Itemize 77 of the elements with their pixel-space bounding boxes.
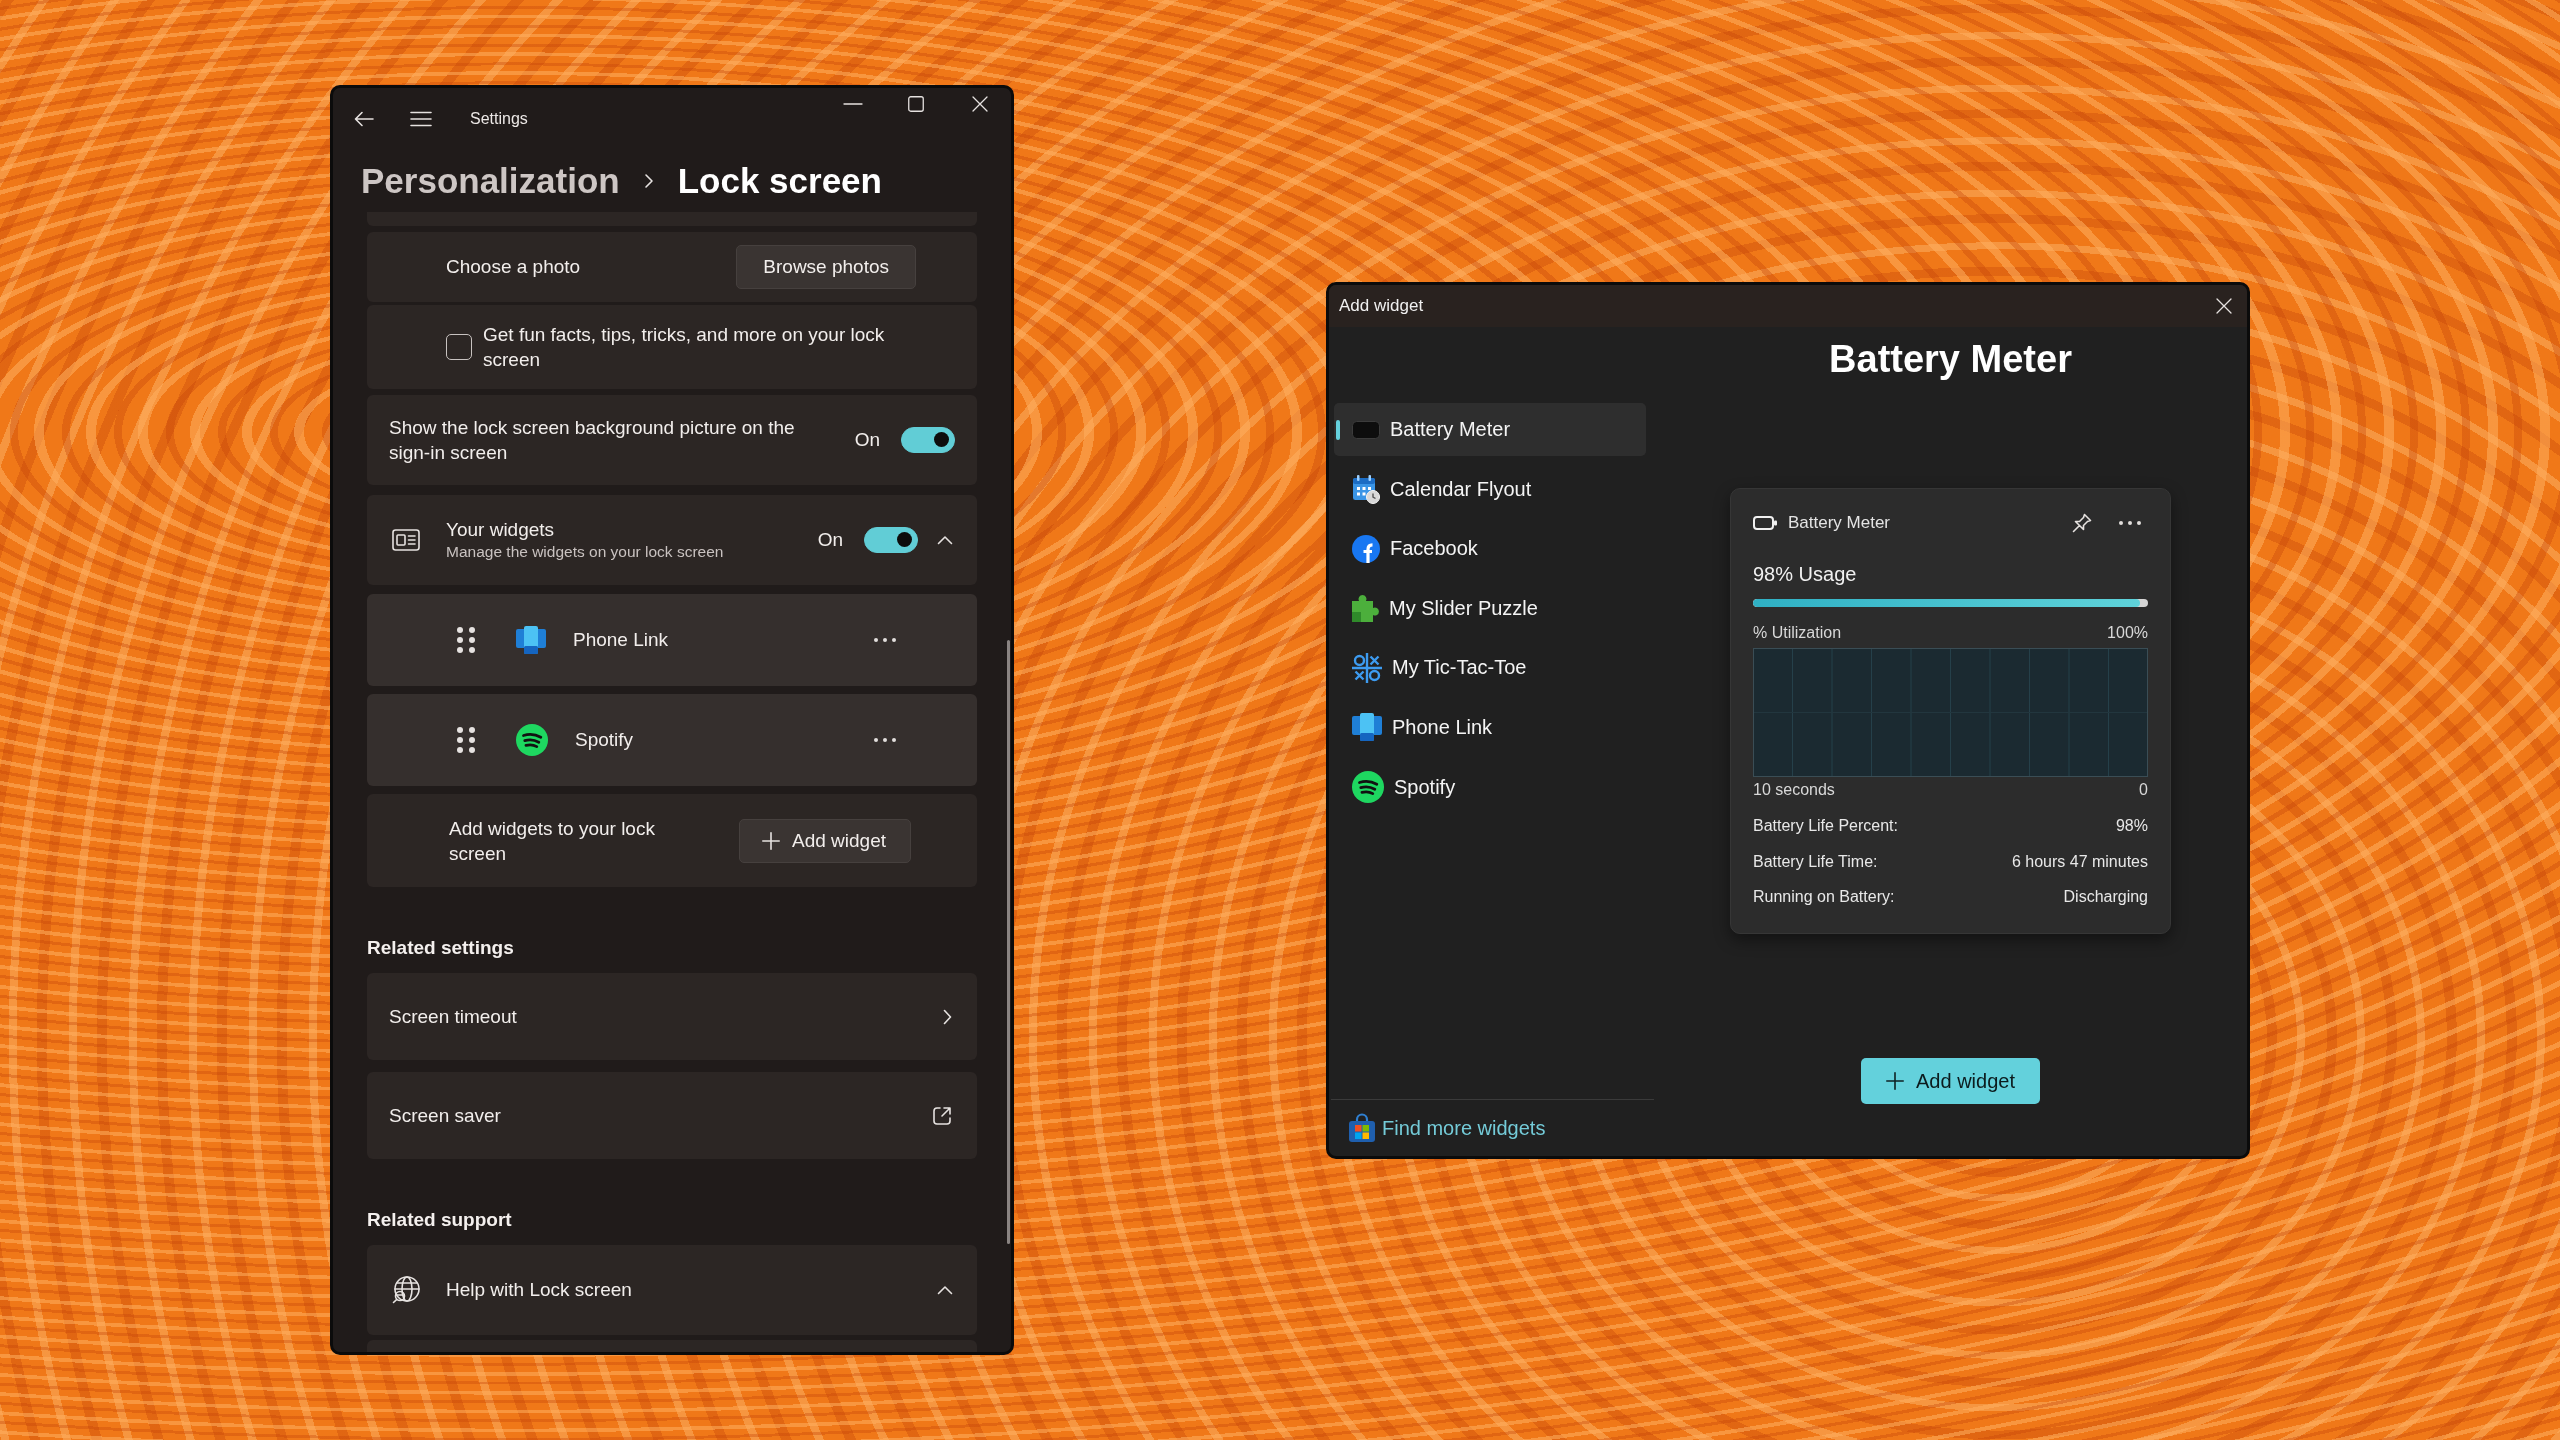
plus-icon <box>1886 1072 1904 1090</box>
stat-value: 98% <box>2115 816 2148 836</box>
expander-header[interactable]: Help with Lock screen <box>367 1245 977 1335</box>
toggle-switch[interactable] <box>864 527 918 553</box>
scrollbar-thumb[interactable] <box>1007 640 1010 1244</box>
find-more-link[interactable]: Find more widgets <box>1349 1114 1546 1142</box>
setting-label: Add widgets to your lock screen <box>449 816 656 866</box>
chevron-right-icon <box>643 173 654 189</box>
widget-list-item[interactable]: My Slider Puzzle <box>1334 581 1646 635</box>
graph-label: % Utilization <box>1753 623 1842 643</box>
add-widget-button[interactable]: Add widget <box>1861 1058 2040 1104</box>
chevron-right-icon <box>943 1008 952 1025</box>
widget-list-item[interactable]: My Tic-Tac-Toe <box>1334 641 1646 695</box>
section-heading: Related settings <box>367 936 514 960</box>
expander-title: Your widgets <box>446 518 556 542</box>
calendar-icon <box>1352 474 1380 505</box>
checkbox[interactable] <box>446 334 472 360</box>
breadcrumb-item: Lock screen <box>677 161 882 201</box>
spotify-icon <box>516 724 548 756</box>
toggle-state-label: On <box>817 529 843 551</box>
maximize-icon[interactable] <box>908 96 924 112</box>
widget-list-item[interactable]: Calendar Flyout <box>1334 462 1646 516</box>
card-title: Battery Meter <box>1788 513 1891 533</box>
toggle-state-label: On <box>854 429 880 451</box>
store-icon <box>1349 1114 1375 1142</box>
phone-icon <box>1352 713 1382 742</box>
chevron-up-icon[interactable] <box>937 535 953 545</box>
checkbox-label: Get fun facts, tips, tricks, and more on your lock screen <box>483 323 886 372</box>
more-options-icon[interactable] <box>874 638 896 642</box>
battery-icon <box>1352 420 1380 439</box>
more-options-icon[interactable] <box>2119 521 2141 525</box>
widget-list-item[interactable]: Spotify <box>1334 760 1646 814</box>
graph-time-label: 10 seconds <box>1753 780 1835 800</box>
preview-title: Battery Meter <box>1829 337 2072 382</box>
add-widget-button[interactable]: Add widget <box>739 818 911 863</box>
setting-label: Choose a photo <box>446 256 582 278</box>
setting-label: Show the lock screen background picture on the sign-in screen <box>389 416 796 465</box>
drag-handle-icon[interactable] <box>457 727 475 753</box>
close-icon[interactable] <box>2216 298 2232 314</box>
link-card[interactable]: Screen timeout <box>367 973 977 1060</box>
stat-label: Running on Battery: <box>1753 887 1895 907</box>
phone-icon <box>516 626 546 654</box>
breadcrumb-item[interactable]: Personalization <box>361 161 620 201</box>
more-options-icon[interactable] <box>874 738 896 742</box>
globe-icon <box>392 1276 420 1304</box>
widget-panel-icon <box>392 529 420 551</box>
window-title: Settings <box>470 110 528 128</box>
back-icon[interactable] <box>354 111 374 127</box>
link-card[interactable]: Screen saver <box>367 1072 977 1159</box>
expander-description: Manage the widgets on your lock screen <box>446 542 724 562</box>
close-icon[interactable] <box>972 96 988 112</box>
battery-icon <box>1753 516 1777 530</box>
widget-name: Phone Link <box>573 629 669 651</box>
section-heading: Related support <box>367 1208 512 1232</box>
stat-value: 6 hours 47 minutes <box>2011 851 2148 872</box>
stat-value: Discharging <box>2063 887 2148 907</box>
facebook-icon <box>1352 534 1380 563</box>
drag-handle-icon[interactable] <box>457 627 475 653</box>
widget-name: Spotify <box>575 729 634 751</box>
plus-icon <box>762 831 780 850</box>
stat-label: Battery Life Time: <box>1753 851 1878 872</box>
tic-tac-toe-icon <box>1352 652 1382 683</box>
stat-label: Battery Life Percent: <box>1753 816 1898 836</box>
menu-icon[interactable] <box>410 111 432 127</box>
pin-icon[interactable] <box>2072 513 2092 533</box>
window-title: Add widget <box>1339 296 1424 316</box>
widget-list-item[interactable]: Phone Link <box>1334 700 1646 754</box>
toggle-switch[interactable] <box>901 427 955 453</box>
usage-label: 98% Usage <box>1753 562 1857 587</box>
external-link-icon <box>932 1105 952 1126</box>
puzzle-piece-icon <box>1352 594 1379 622</box>
graph-max-label: 100% <box>2107 623 2148 643</box>
browse-button[interactable]: Browse photos <box>736 245 916 289</box>
widget-list-item[interactable]: Facebook <box>1334 522 1646 576</box>
graph-min-label: 0 <box>2139 780 2148 800</box>
spotify-icon <box>1352 771 1384 804</box>
widget-list-item[interactable]: Battery Meter <box>1334 403 1646 456</box>
